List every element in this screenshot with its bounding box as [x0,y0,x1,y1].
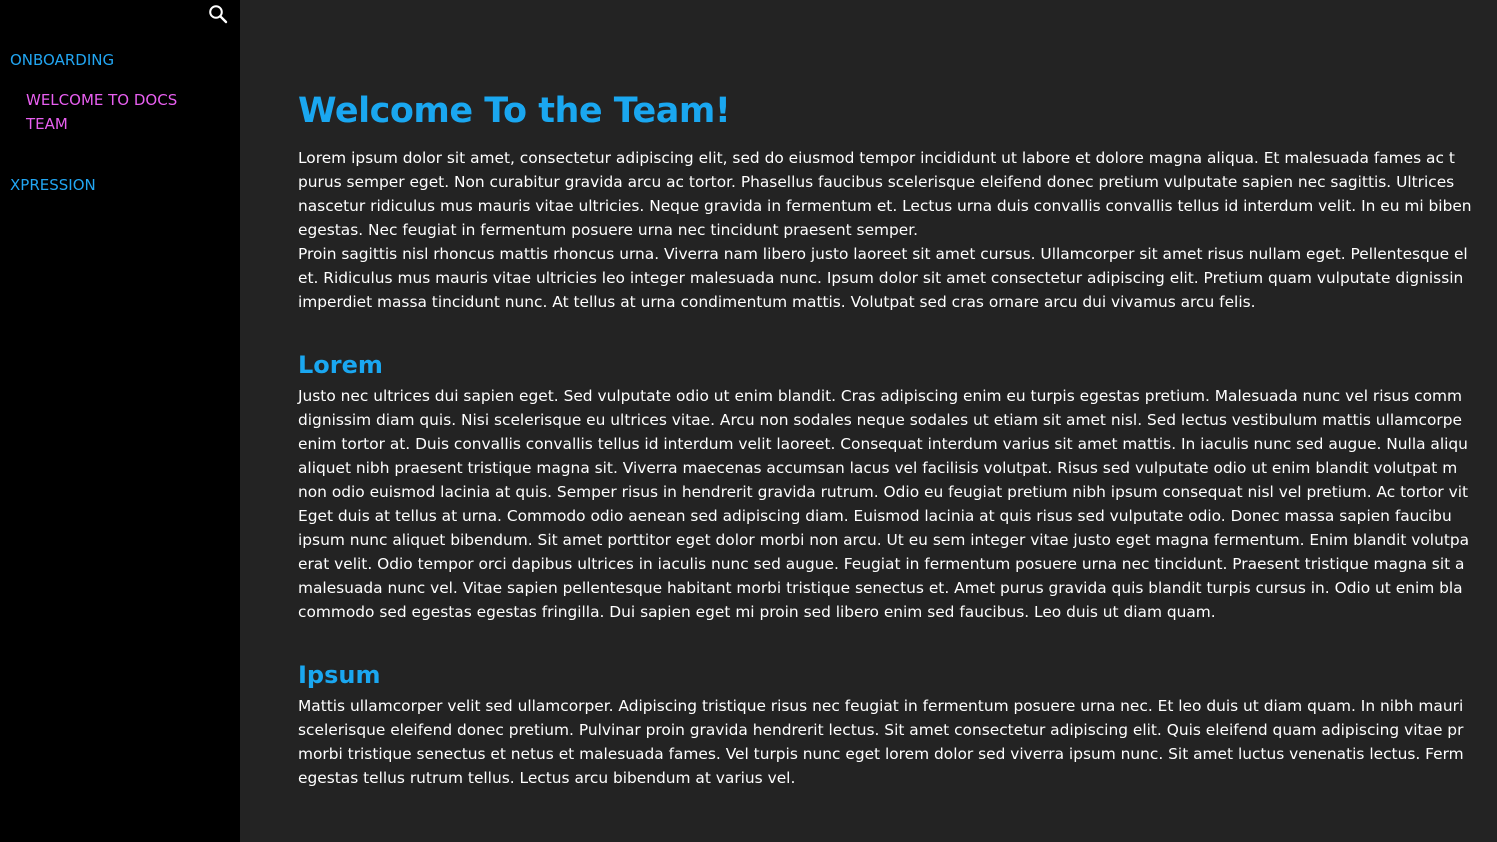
intro-paragraph: Lorem ipsum dolor sit amet, consectetur … [298,149,1472,311]
article: Welcome To the Team! Lorem ipsum dolor s… [298,88,1497,790]
search-icon [209,5,228,24]
docs-app: ONBOARDING WELCOME TO DOCS TEAM XPRESSIO… [0,0,1497,842]
main-content: Welcome To the Team! Lorem ipsum dolor s… [240,0,1497,842]
nav-item-welcome-to-docs-team[interactable]: WELCOME TO DOCS TEAM [0,88,240,136]
search-button[interactable] [207,3,229,25]
nav-item-xpression[interactable]: XPRESSION [0,173,240,197]
page-title: Welcome To the Team! [298,91,731,131]
sidebar: ONBOARDING WELCOME TO DOCS TEAM XPRESSIO… [0,0,240,842]
section-heading-lorem: Lorem [298,351,383,379]
section-body-ipsum: Mattis ullamcorper velit sed ullamcorper… [298,697,1464,787]
sidebar-nav: ONBOARDING WELCOME TO DOCS TEAM XPRESSIO… [0,48,240,197]
nav-item-onboarding[interactable]: ONBOARDING [0,48,240,72]
section-heading-ipsum: Ipsum [298,661,381,689]
section-body-lorem: Justo nec ultrices dui sapien eget. Sed … [298,387,1470,621]
